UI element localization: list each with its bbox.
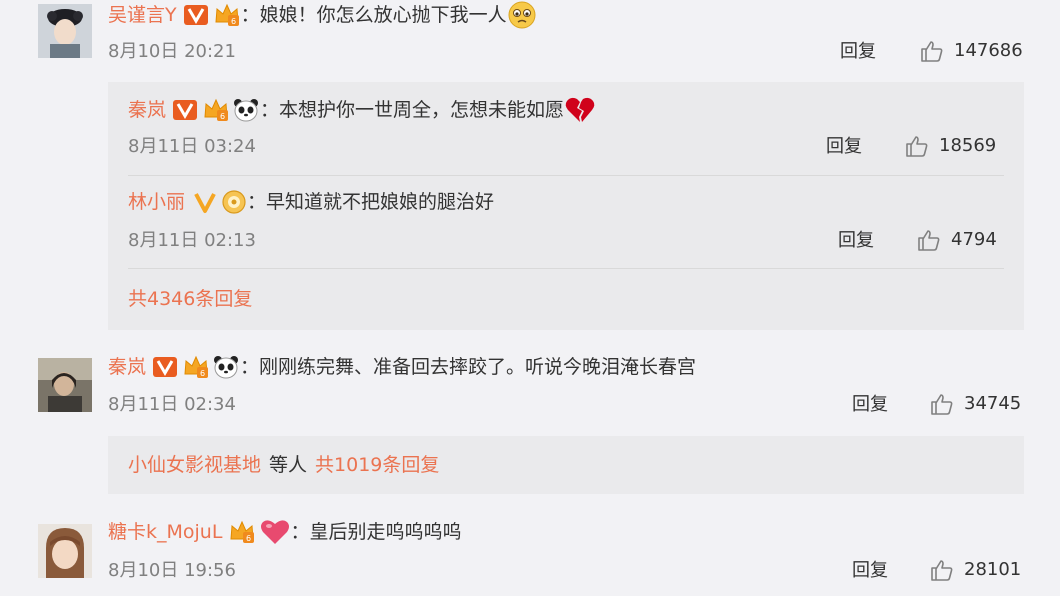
vip-crown-icon: 6 (202, 97, 230, 123)
svg-text:6: 6 (220, 112, 225, 121)
thumbs-up-icon (931, 560, 953, 581)
like-count: 147686 (954, 40, 1023, 61)
thumbs-up-icon (921, 41, 943, 62)
comment-text: ：刚刚练完舞、准备回去摔跤了。听说今晚泪淹长春宫 (240, 356, 697, 378)
reply-button[interactable]: 回复 (852, 559, 888, 583)
reply-button[interactable]: 回复 (840, 40, 876, 64)
thumbs-up-icon (918, 230, 940, 251)
verified-v-icon (183, 3, 209, 27)
verified-v-icon (172, 98, 198, 122)
avatar[interactable] (38, 4, 92, 58)
reply-text: ：本想护你一世周全，怎想未能如愿 (260, 99, 565, 121)
username-link[interactable]: 糖卡k_MojuL (108, 518, 222, 546)
like-button[interactable]: 18569 (905, 134, 996, 158)
like-count: 4794 (951, 229, 997, 250)
reply-button[interactable]: 回复 (826, 135, 862, 159)
reply-header: 秦岚 6 ：本想护你一世周全，怎想未能如愿 (128, 95, 596, 125)
like-button[interactable]: 28101 (930, 558, 1021, 582)
reply-header: 林小丽 ：早知道就不把娘娘的腿治好 (128, 188, 494, 216)
comment-time: 8月11日 02:34 (108, 394, 236, 415)
like-button[interactable]: 34745 (930, 392, 1021, 416)
reply-time: 8月11日 02:13 (128, 230, 256, 251)
like-button[interactable]: 4794 (917, 228, 997, 252)
like-count: 34745 (964, 393, 1022, 414)
broken-heart-icon (564, 95, 596, 125)
svg-text:6: 6 (200, 369, 205, 378)
svg-text:6: 6 (231, 17, 236, 26)
comment-header: 秦岚 6 ：刚刚练完舞、准备回去摔跤了。听说今晚泪淹长春宫 (108, 353, 696, 381)
reply-time: 8月11日 03:24 (128, 136, 256, 157)
comment-time: 8月10日 20:21 (108, 41, 236, 62)
reply-button[interactable]: 回复 (838, 229, 874, 253)
avatar[interactable] (38, 524, 92, 578)
more-replies-link[interactable]: 共1019条回复 (315, 451, 439, 479)
username-link[interactable]: 吴谨言Y (108, 1, 177, 29)
divider (128, 268, 1004, 269)
svg-text:6: 6 (246, 534, 251, 543)
thumbs-up-icon (931, 394, 953, 415)
username-link[interactable]: 秦岚 (108, 353, 146, 381)
username-link[interactable]: 秦岚 (128, 96, 166, 124)
panda-icon (232, 97, 260, 123)
panda-icon (212, 354, 240, 380)
thumbs-up-icon (906, 136, 928, 157)
reply-summary-others: 等人 (269, 454, 308, 476)
divider (128, 175, 1004, 176)
like-count: 28101 (964, 559, 1022, 580)
username-link[interactable]: 林小丽 (128, 188, 185, 216)
reply-summary: 小仙女影视基地 等人 共1019条回复 (128, 451, 439, 479)
comment-header: 糖卡k_MojuL 6 ：皇后别走呜呜呜呜 (108, 518, 461, 546)
comment-text: ：娘娘！你怎么放心抛下我一人 (240, 4, 507, 26)
heart-icon (260, 518, 290, 546)
avatar[interactable] (38, 358, 92, 412)
more-replies: 共4346条回复 (128, 285, 252, 313)
medal-icon (221, 189, 247, 215)
comment-text: ：皇后别走呜呜呜呜 (290, 521, 462, 543)
vip-crown-icon: 6 (228, 519, 256, 545)
reply-button[interactable]: 回复 (852, 393, 888, 417)
like-count: 18569 (939, 135, 997, 156)
vip-crown-icon: 6 (213, 2, 241, 28)
weibo-comment-list: 吴谨言Y 6 ：娘娘！你怎么放心抛下我一人 8月10日 20:21 回复 147… (0, 0, 1060, 596)
reply-summary-user-link[interactable]: 小仙女影视基地 (128, 451, 261, 479)
vip-crown-icon: 6 (182, 354, 210, 380)
comment-time: 8月10日 19:56 (108, 560, 236, 581)
reply-text: ：早知道就不把娘娘的腿治好 (247, 191, 495, 213)
member-v-icon (193, 190, 217, 214)
comment-header: 吴谨言Y 6 ：娘娘！你怎么放心抛下我一人 (108, 0, 537, 30)
crying-face-icon (507, 0, 537, 30)
like-button[interactable]: 147686 (920, 39, 1023, 63)
verified-v-icon (152, 355, 178, 379)
more-replies-link[interactable]: 共4346条回复 (128, 285, 252, 313)
